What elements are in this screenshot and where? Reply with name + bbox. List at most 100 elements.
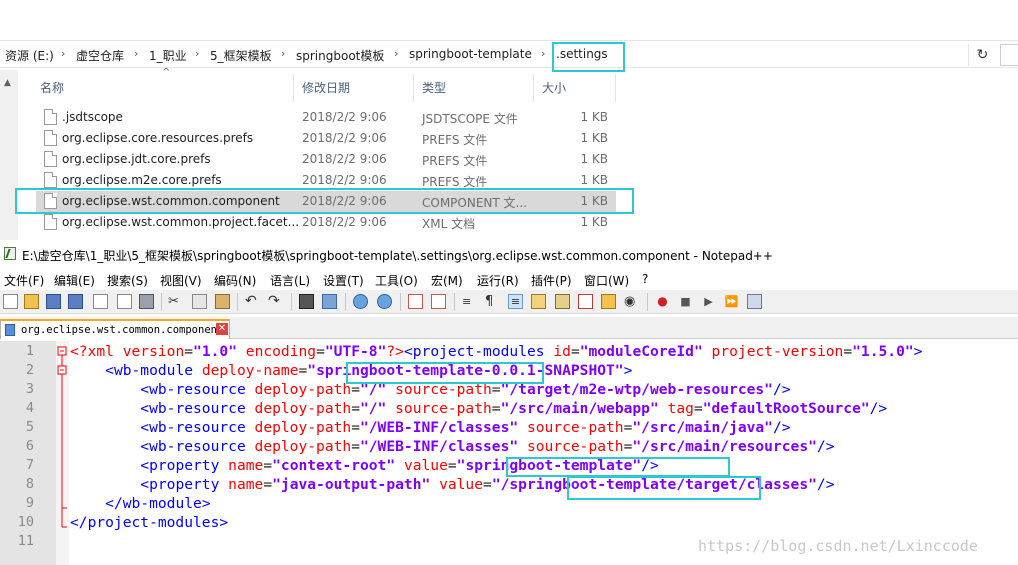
toolbar-separator xyxy=(291,293,292,311)
code-line: <wb-resource deploy-path="/" source-path… xyxy=(140,400,888,417)
file-icon xyxy=(44,214,57,230)
file-row[interactable]: org.eclipse.wst.common.project.facet... … xyxy=(36,212,616,233)
menu-language[interactable]: 语言(L) xyxy=(270,272,310,289)
run-multiple-macro-icon[interactable]: ⏩ xyxy=(724,294,739,309)
line-number: 6 xyxy=(25,438,34,454)
breadcrumb-drive[interactable]: 资源 (E:) xyxy=(5,47,54,64)
file-row[interactable]: .jsdtscope 2018/2/2 9:06 JSDTSCOPE 文件 1 … xyxy=(36,107,616,128)
stop-macro-icon[interactable]: ■ xyxy=(678,294,693,309)
menu-window[interactable]: 窗口(W) xyxy=(584,272,629,289)
address-bar[interactable]: 资源 (E:) › 虚空仓库 › 1_职业 › 5_框架模板 › springb… xyxy=(0,40,1018,68)
chevron-right-icon: › xyxy=(394,47,399,60)
file-explorer-window: 资源 (E:) › 虚空仓库 › 1_职业 › 5_框架模板 › springb… xyxy=(0,0,1018,240)
file-date: 2018/2/2 9:06 xyxy=(302,110,387,124)
menu-run[interactable]: 运行(R) xyxy=(477,272,519,289)
chevron-right-icon: › xyxy=(281,47,286,60)
window-title: E:\虚空仓库\1_职业\5_框架模板\springboot模板\springb… xyxy=(22,249,773,263)
toolbar-separator xyxy=(237,293,238,311)
menu-settings[interactable]: 设置(T) xyxy=(323,272,364,289)
print-icon[interactable] xyxy=(139,294,154,309)
toolbar-separator xyxy=(161,293,162,311)
file-type: JSDTSCOPE 文件 xyxy=(422,112,518,126)
column-header-date[interactable]: 修改日期 xyxy=(294,74,414,102)
menu-encoding[interactable]: 编码(N) xyxy=(214,272,256,289)
column-header-size[interactable]: 大小 xyxy=(534,74,616,102)
redo-icon[interactable]: ↷ xyxy=(268,294,283,309)
menu-view[interactable]: 视图(V) xyxy=(160,272,202,289)
copy-icon[interactable] xyxy=(192,294,207,309)
file-name: .jsdtscope xyxy=(62,110,123,124)
breadcrumb-folder-4[interactable]: springboot模板 xyxy=(296,47,384,64)
refresh-icon[interactable]: ↻ xyxy=(968,44,996,66)
file-size: 1 KB xyxy=(580,173,608,187)
zoom-in-icon[interactable] xyxy=(353,294,368,309)
chevron-right-icon: › xyxy=(541,47,546,60)
file-icon xyxy=(44,172,57,188)
file-size: 1 KB xyxy=(580,131,608,145)
menu-file[interactable]: 文件(F) xyxy=(4,272,44,289)
open-file-icon[interactable] xyxy=(24,294,39,309)
save-macro-icon[interactable] xyxy=(747,294,762,309)
cut-icon[interactable]: ✂ xyxy=(168,294,183,309)
search-input[interactable] xyxy=(1000,44,1018,66)
column-header-name[interactable]: 名称 xyxy=(32,74,294,102)
scrollbar[interactable]: ▲ xyxy=(0,70,18,240)
menu-help[interactable]: ? xyxy=(642,272,648,286)
user-language-icon[interactable] xyxy=(531,294,546,309)
fold-margin[interactable] xyxy=(56,341,69,565)
tab-active-file[interactable]: org.eclipse.wst.common.component ✕ xyxy=(0,319,230,339)
breadcrumb-folder-2[interactable]: 1_职业 xyxy=(149,47,187,64)
line-number: 1 xyxy=(25,343,34,359)
document-map-icon[interactable] xyxy=(555,294,570,309)
sync-vertical-icon[interactable] xyxy=(408,294,423,309)
menu-search[interactable]: 搜索(S) xyxy=(107,272,148,289)
find-icon[interactable] xyxy=(299,294,314,309)
chevron-right-icon: › xyxy=(134,47,139,60)
close-icon[interactable] xyxy=(93,294,108,309)
file-name: org.eclipse.m2e.core.prefs xyxy=(62,173,222,187)
fold-markers xyxy=(57,346,67,528)
sync-horizontal-icon[interactable] xyxy=(431,294,446,309)
file-row[interactable]: org.eclipse.core.resources.prefs 2018/2/… xyxy=(36,128,616,149)
new-file-icon[interactable] xyxy=(3,294,18,309)
tab-label: org.eclipse.wst.common.component xyxy=(21,324,224,336)
menu-plugins[interactable]: 插件(P) xyxy=(531,272,572,289)
zoom-out-icon[interactable] xyxy=(377,294,392,309)
line-number: 5 xyxy=(25,419,34,435)
breadcrumb-folder-1[interactable]: 虚空仓库 xyxy=(76,47,124,64)
line-number-gutter: 1 2 3 4 5 6 7 8 9 10 11 xyxy=(0,341,56,565)
indent-guide-icon[interactable]: ≡ xyxy=(508,294,523,309)
close-icon[interactable]: ✕ xyxy=(216,323,228,335)
save-all-icon[interactable] xyxy=(68,294,83,309)
breadcrumb-folder-5[interactable]: springboot-template xyxy=(409,47,532,61)
folder-workspace-icon[interactable] xyxy=(601,294,616,309)
file-icon xyxy=(44,130,57,146)
highlight-box-output-path xyxy=(567,476,761,500)
code-line: </wb-module> xyxy=(105,495,211,512)
monitoring-eye-icon[interactable]: ◉ xyxy=(624,294,639,309)
highlight-box-component-file xyxy=(15,188,634,214)
highlight-box-deploy-name xyxy=(346,362,544,384)
replace-icon[interactable] xyxy=(322,294,337,309)
scroll-up-icon[interactable]: ▲ xyxy=(4,78,11,88)
menu-tools[interactable]: 工具(O) xyxy=(375,272,418,289)
paste-icon[interactable] xyxy=(215,294,230,309)
undo-icon[interactable]: ↶ xyxy=(245,294,260,309)
file-date: 2018/2/2 9:06 xyxy=(302,131,387,145)
file-row[interactable]: org.eclipse.jdt.core.prefs 2018/2/2 9:06… xyxy=(36,149,616,170)
notepad-window: E:\虚空仓库\1_职业\5_框架模板\springboot模板\springb… xyxy=(0,241,1018,565)
watermark: https://blog.csdn.net/Lxinccode xyxy=(698,537,978,555)
column-header-type[interactable]: 类型 xyxy=(414,74,534,102)
menu-edit[interactable]: 编辑(E) xyxy=(54,272,95,289)
word-wrap-icon[interactable]: ≡ xyxy=(462,294,477,309)
function-list-icon[interactable] xyxy=(578,294,593,309)
show-all-chars-icon[interactable]: ¶ xyxy=(485,294,500,309)
play-macro-icon[interactable]: ▶ xyxy=(701,294,716,309)
breadcrumb-folder-3[interactable]: 5_框架模板 xyxy=(210,47,272,64)
close-all-icon[interactable] xyxy=(117,294,132,309)
record-macro-icon[interactable]: ● xyxy=(655,294,670,309)
save-icon[interactable] xyxy=(46,294,61,309)
file-type: PREFS 文件 xyxy=(422,154,488,168)
menu-macro[interactable]: 宏(M) xyxy=(431,272,463,289)
chevron-right-icon: › xyxy=(195,47,200,60)
